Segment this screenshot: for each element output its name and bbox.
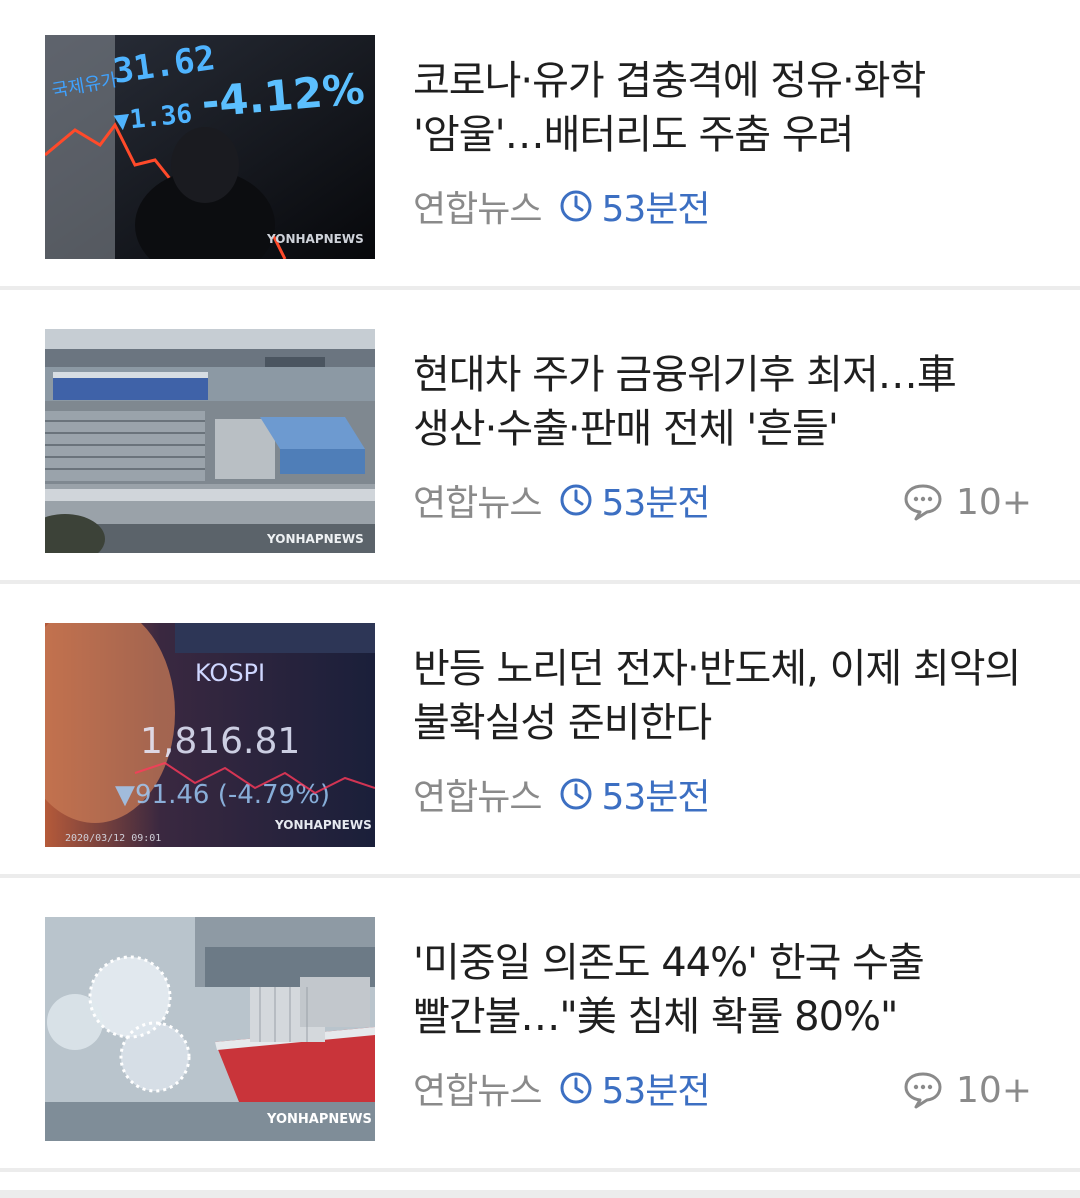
clock-icon — [560, 484, 592, 516]
svg-text:YONHAPNEWS: YONHAPNEWS — [274, 818, 372, 832]
comment-bubble-icon — [904, 1072, 942, 1109]
news-feed: 국제유가 31.62 ▼1.36 -4.12% YONHAPNEWS 코로나·유… — [0, 0, 1080, 1198]
time-label: 53분전 — [601, 189, 710, 230]
svg-text:YONHAPNEWS: YONHAPNEWS — [266, 232, 364, 246]
news-thumbnail-car-port[interactable]: YONHAPNEWS — [45, 329, 375, 553]
meta-row: 연합뉴스 53분전 — [413, 1065, 711, 1112]
clock-icon — [560, 1072, 592, 1104]
news-item[interactable]: YONHAPNEWS '미중일 의존도 44%' 한국 수출 빨간불…"美 침체… — [0, 882, 1080, 1172]
source-label: 연합뉴스 — [413, 777, 542, 818]
news-item[interactable]: 국제유가 31.62 ▼1.36 -4.12% YONHAPNEWS 코로나·유… — [0, 0, 1080, 290]
meta-row: 연합뉴스 53분전 — [413, 183, 711, 230]
source-label: 연합뉴스 — [413, 1071, 542, 1112]
headline[interactable]: 현대차 주가 금융위기후 최저…車 생산·수출·판매 전체 '흔들' — [413, 348, 1038, 456]
time-label: 53분전 — [601, 1071, 710, 1112]
meta-row: 연합뉴스 53분전 — [413, 771, 711, 818]
meta-row: 연합뉴스 53분전 — [413, 477, 711, 524]
svg-text:YONHAPNEWS: YONHAPNEWS — [266, 532, 364, 546]
headline[interactable]: 코로나·유가 겹충격에 정유·화학 '암울'…배터리도 주춤 우려 — [413, 54, 1038, 162]
comment-bubble-icon — [904, 484, 942, 521]
source-label: 연합뉴스 — [413, 483, 542, 524]
comment-count[interactable]: 10+ — [902, 1068, 1032, 1112]
comment-count[interactable]: 10+ — [902, 480, 1032, 524]
headline[interactable]: 반등 노리던 전자·반도체, 이제 최악의 불확실성 준비한다 — [413, 642, 1038, 750]
svg-text:YONHAPNEWS: YONHAPNEWS — [266, 1112, 372, 1127]
time-label: 53분전 — [601, 483, 710, 524]
comment-count-label: 10+ — [956, 1069, 1032, 1111]
svg-text:▼91.46 (-4.79%): ▼91.46 (-4.79%) — [115, 780, 330, 810]
news-thumbnail-virus-cargo[interactable]: YONHAPNEWS — [45, 917, 375, 1141]
comment-count-label: 10+ — [956, 481, 1032, 523]
news-thumbnail-oil-price[interactable]: 국제유가 31.62 ▼1.36 -4.12% YONHAPNEWS — [45, 35, 375, 259]
bottom-divider — [0, 1190, 1080, 1198]
source-label: 연합뉴스 — [413, 189, 542, 230]
news-item[interactable]: YONHAPNEWS 현대차 주가 금융위기후 최저…車 생산·수출·판매 전체… — [0, 294, 1080, 584]
svg-text:2020/03/12 09:01: 2020/03/12 09:01 — [65, 833, 161, 844]
clock-icon — [560, 778, 592, 810]
svg-text:1,816.81: 1,816.81 — [140, 721, 300, 762]
time-label: 53분전 — [601, 777, 710, 818]
news-item[interactable]: KOSPI 1,816.81 ▼91.46 (-4.79%) 2020/03/1… — [0, 588, 1080, 878]
headline[interactable]: '미중일 의존도 44%' 한국 수출 빨간불…"美 침체 확률 80%" — [413, 936, 1038, 1044]
svg-text:KOSPI: KOSPI — [195, 659, 265, 687]
news-thumbnail-kospi[interactable]: KOSPI 1,816.81 ▼91.46 (-4.79%) 2020/03/1… — [45, 623, 375, 847]
clock-icon — [560, 190, 592, 222]
